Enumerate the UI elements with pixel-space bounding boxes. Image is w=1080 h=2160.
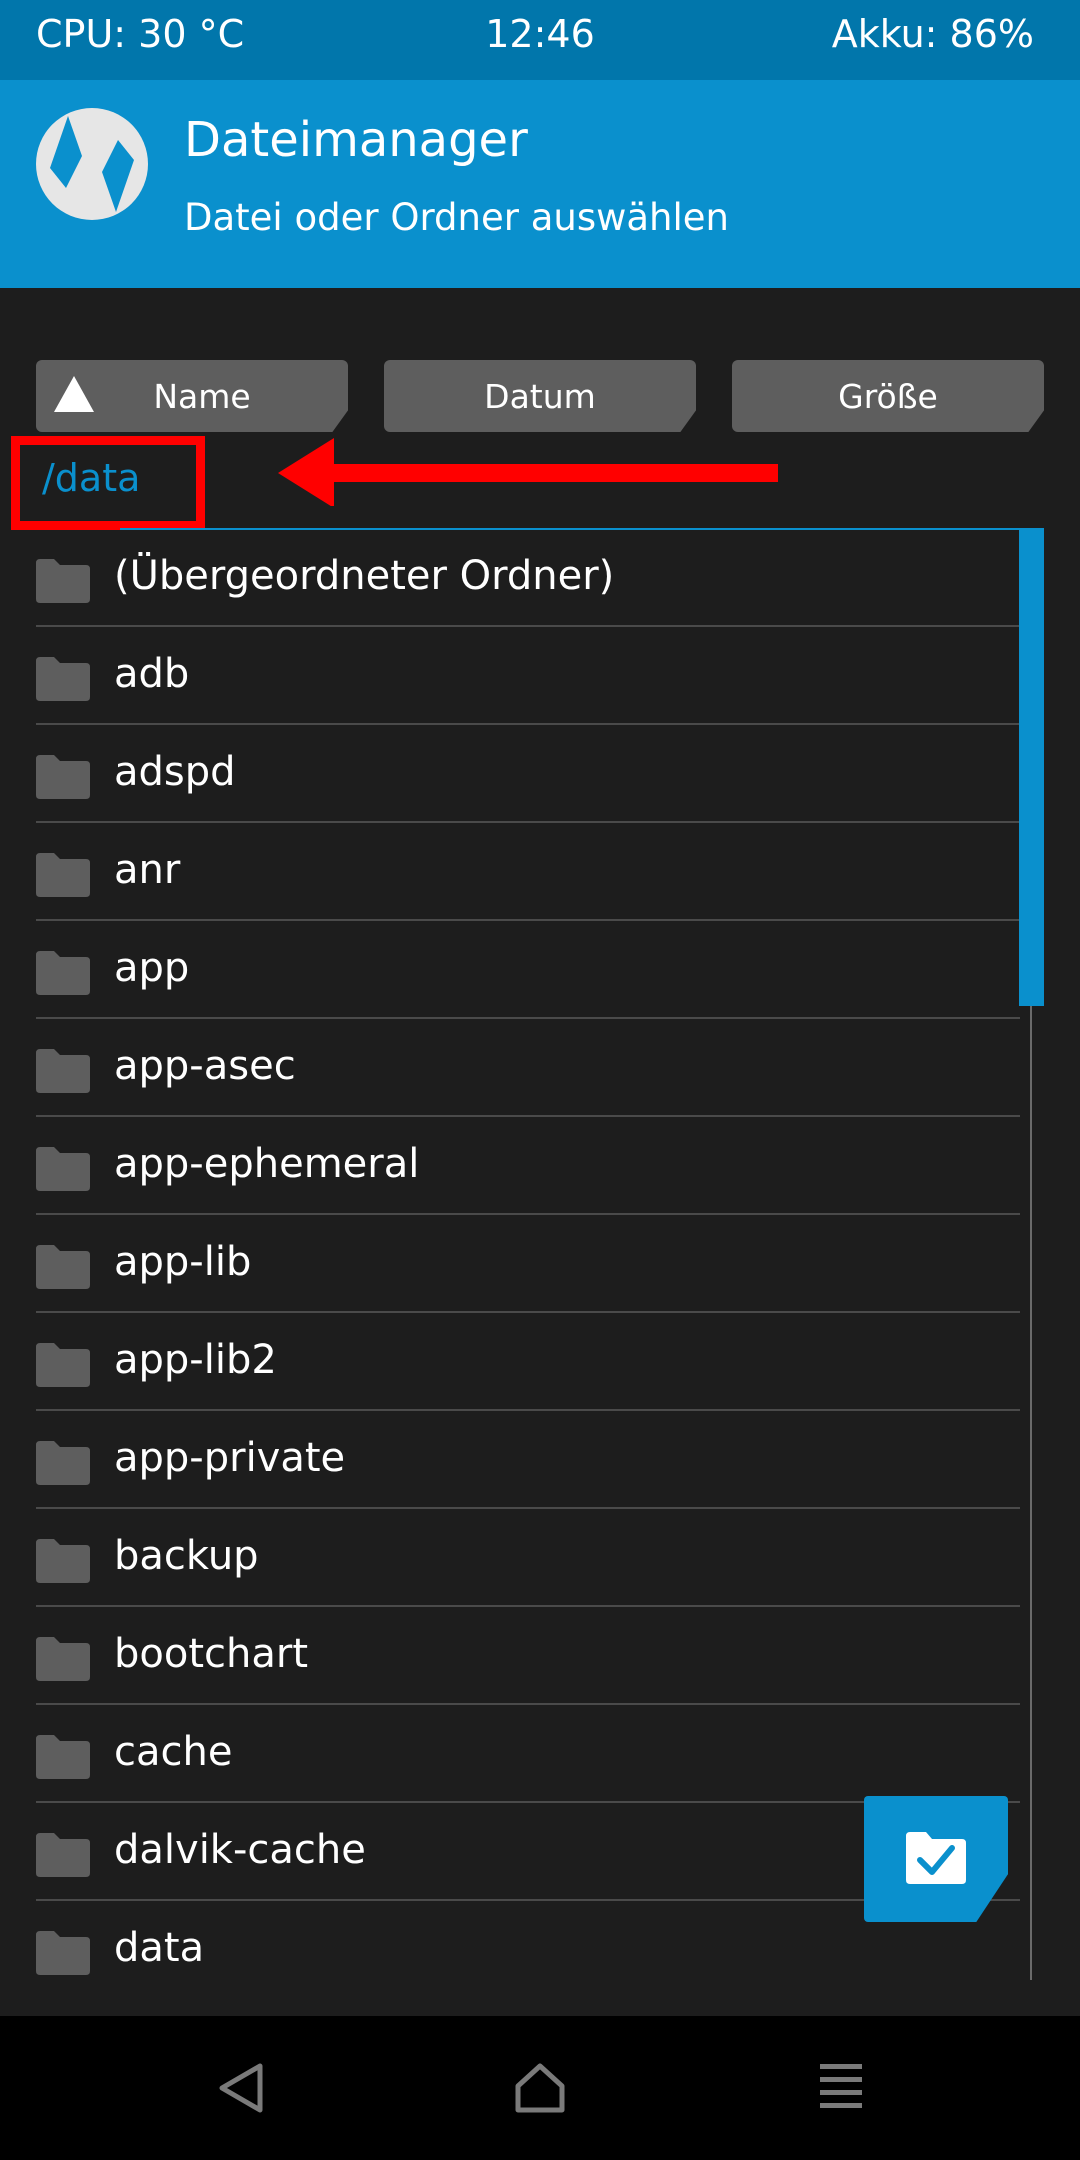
file-list-item[interactable]: cache — [36, 1705, 1020, 1803]
annotation-arrow — [278, 438, 778, 506]
file-name: adb — [114, 651, 190, 697]
file-list-item[interactable]: bootchart — [36, 1607, 1020, 1705]
file-list[interactable]: (Übergeordneter Ordner) adb adspd anr app app… — [36, 529, 1020, 1982]
folder-icon — [36, 1049, 90, 1093]
back-triangle-icon[interactable] — [216, 2062, 266, 2114]
folder-icon — [36, 559, 90, 603]
page-subtitle: Datei oder Ordner auswählen — [184, 196, 729, 239]
select-folder-button[interactable] — [864, 1796, 1008, 1922]
status-bar: CPU: 30 °C 12:46 Akku: 86% — [0, 0, 1080, 80]
folder-icon — [36, 1539, 90, 1583]
folder-icon — [36, 755, 90, 799]
file-name: data — [114, 1925, 205, 1971]
sort-by-name-label: Name — [153, 376, 251, 416]
folder-icon — [36, 1637, 90, 1681]
folder-icon — [36, 1343, 90, 1387]
file-name: bootchart — [114, 1631, 309, 1677]
folder-icon — [36, 1833, 90, 1877]
scrollbar-track — [1030, 1000, 1032, 1980]
file-list-item[interactable]: adb — [36, 627, 1020, 725]
file-name: app-asec — [114, 1043, 296, 1089]
file-list-item[interactable]: backup — [36, 1509, 1020, 1607]
file-name: backup — [114, 1533, 259, 1579]
twrp-logo-icon — [36, 108, 148, 220]
file-list-item[interactable]: app-ephemeral — [36, 1117, 1020, 1215]
file-name: adspd — [114, 749, 236, 795]
battery-level: Akku: 86% — [831, 12, 1034, 56]
file-list-item[interactable]: app-asec — [36, 1019, 1020, 1117]
file-name: cache — [114, 1729, 233, 1775]
folder-icon — [36, 1245, 90, 1289]
sort-by-size-label: Größe — [838, 376, 938, 416]
file-list-item[interactable]: app-lib — [36, 1215, 1020, 1313]
folder-icon — [36, 657, 90, 701]
sort-by-date-label: Datum — [484, 376, 596, 416]
file-list-item[interactable]: anr — [36, 823, 1020, 921]
annotation-highlight-box — [11, 436, 205, 530]
sort-by-date-button[interactable]: Datum — [384, 360, 696, 432]
folder-icon — [36, 951, 90, 995]
file-name: app-lib2 — [114, 1337, 277, 1383]
app-header: Dateimanager Datei oder Ordner auswählen — [0, 80, 1080, 288]
file-list-item[interactable]: app-lib2 — [36, 1313, 1020, 1411]
file-name: dalvik-cache — [114, 1827, 366, 1873]
folder-icon — [36, 853, 90, 897]
sort-by-size-button[interactable]: Größe — [732, 360, 1044, 432]
folder-icon — [36, 1931, 90, 1975]
file-name: anr — [114, 847, 181, 893]
sort-ascending-icon — [54, 376, 94, 412]
folder-icon — [36, 1147, 90, 1191]
file-list-item[interactable]: adspd — [36, 725, 1020, 823]
menu-icon[interactable] — [818, 2062, 864, 2110]
file-name: app-ephemeral — [114, 1141, 420, 1187]
file-name: app — [114, 945, 190, 991]
scrollbar-thumb[interactable] — [1019, 528, 1044, 1006]
file-list-item[interactable]: (Übergeordneter Ordner) — [36, 529, 1020, 627]
page-title: Dateimanager — [184, 112, 528, 168]
sort-by-name-button[interactable]: Name — [36, 360, 348, 432]
file-list-item[interactable]: app — [36, 921, 1020, 1019]
navigation-bar — [0, 2016, 1080, 2160]
file-name: app-lib — [114, 1239, 252, 1285]
file-list-item[interactable]: app-private — [36, 1411, 1020, 1509]
folder-icon — [36, 1441, 90, 1485]
folder-icon — [36, 1735, 90, 1779]
folder-check-icon — [906, 1832, 966, 1884]
file-name: app-private — [114, 1435, 346, 1481]
file-name: (Übergeordneter Ordner) — [114, 553, 615, 599]
home-icon[interactable] — [514, 2062, 566, 2114]
